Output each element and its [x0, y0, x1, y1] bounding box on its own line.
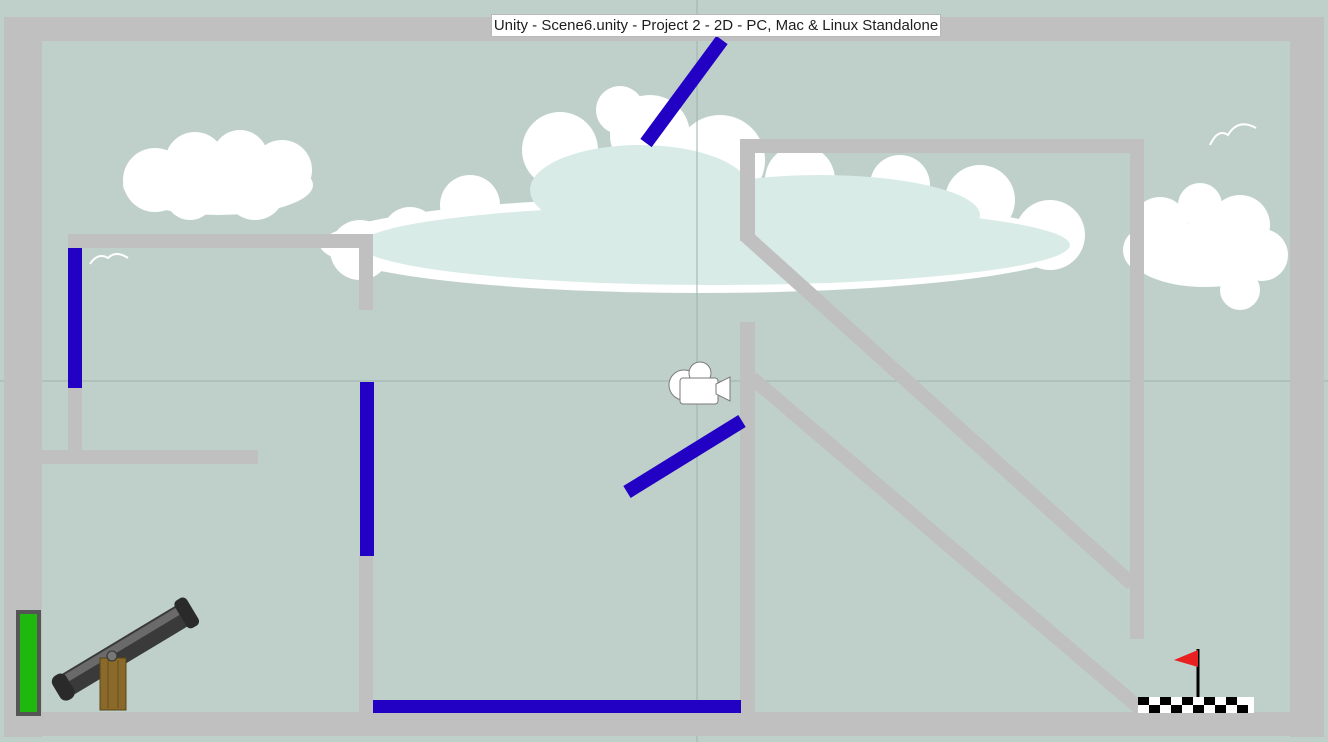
wall-bottom	[4, 712, 1324, 736]
right-box-left	[740, 139, 755, 241]
window-title: Unity - Scene6.unity - Project 2 - 2D - …	[491, 14, 941, 37]
left-ledge	[42, 450, 258, 464]
platform-floor	[373, 700, 741, 713]
left-room-top	[68, 234, 372, 248]
left-room-right-upper	[359, 234, 373, 310]
cannon-stand	[99, 657, 127, 711]
left-room-right-lower	[359, 555, 373, 715]
wall-right	[1290, 17, 1324, 737]
platform-middle-vertical	[360, 382, 374, 556]
right-box-right	[1130, 139, 1144, 639]
power-meter	[16, 610, 41, 716]
platform-left-vertical	[68, 248, 82, 388]
right-box-top	[740, 139, 1144, 153]
scene-view[interactable]	[0, 0, 1328, 742]
finish-checkers	[1138, 697, 1254, 713]
power-meter-fill	[20, 614, 37, 712]
